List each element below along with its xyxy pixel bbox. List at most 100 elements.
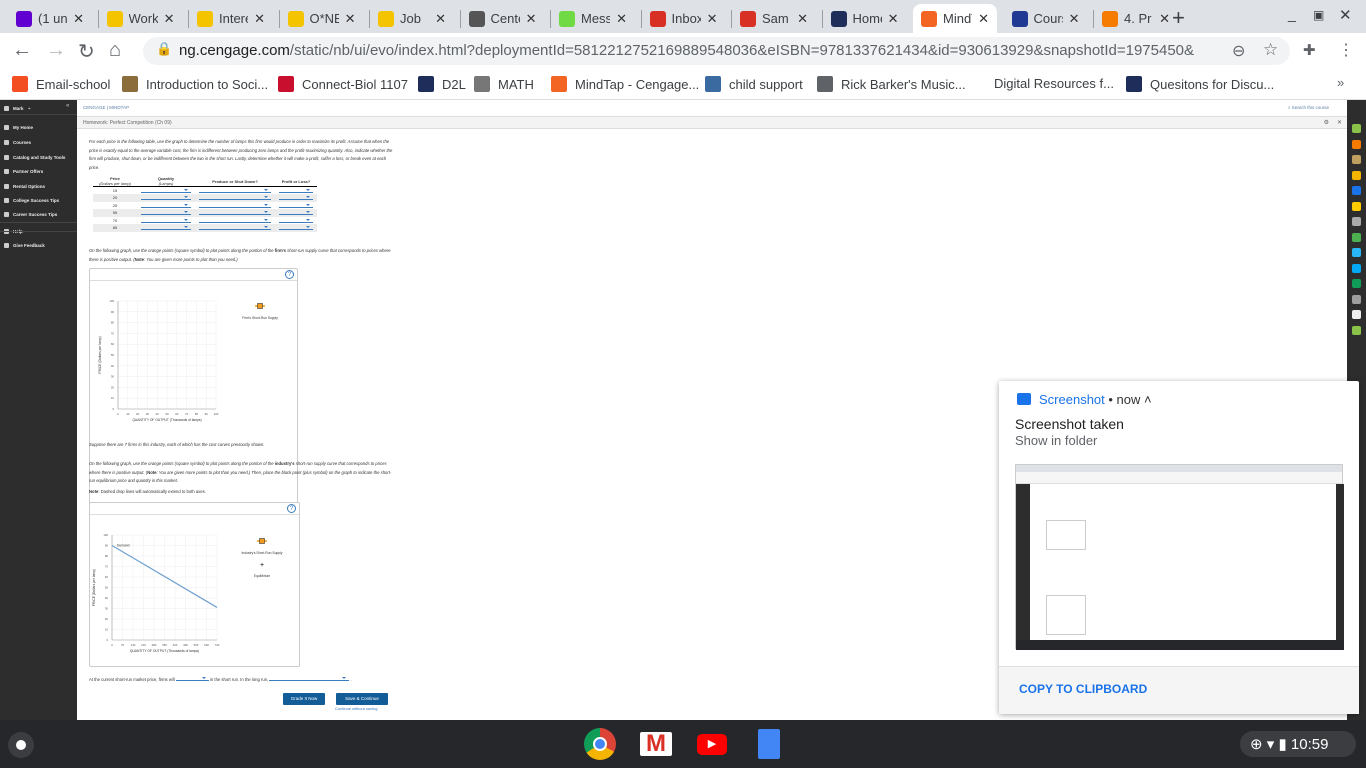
tab-4-pr[interactable]: 4. Pr ✕ (1094, 4, 1178, 33)
tab-work[interactable]: Work ✕ (99, 4, 183, 33)
tab-messages[interactable]: Messages ✕ (551, 4, 635, 33)
sidebar-item-catalog-and-study-tools[interactable]: Catalog and Study Tools (4, 155, 65, 160)
quantity-dropdown[interactable] (141, 224, 191, 231)
tool-icon[interactable] (1352, 248, 1361, 257)
close-tab-icon[interactable]: ✕ (707, 11, 718, 27)
tab-sam[interactable]: Sam ✕ (732, 4, 816, 33)
maximize-button[interactable]: ▣ (1313, 8, 1324, 22)
bookmark-item[interactable]: child support (705, 76, 803, 92)
profit-loss-dropdown[interactable] (279, 217, 313, 223)
launcher-button[interactable] (8, 732, 34, 758)
tool-icon[interactable] (1352, 325, 1361, 335)
sidebar-item-partner-offers[interactable]: Partner Offers (4, 169, 43, 174)
tab-interests[interactable]: Interests ✕ (189, 4, 273, 33)
quantity-dropdown[interactable] (141, 202, 191, 208)
sidebar-item-career-success-tips[interactable]: Career Success Tips (4, 212, 57, 217)
settings-icon[interactable]: ⚙ (1324, 119, 1329, 126)
bookmark-item[interactable]: MindTap - Cengage... (551, 76, 699, 92)
help-icon[interactable]: ? (287, 504, 296, 513)
bookmark-item[interactable]: D2L (418, 76, 466, 92)
close-tab-icon[interactable]: ✕ (888, 11, 899, 27)
address-bar[interactable]: 🔒 ng.cengage.com/static/nb/ui/evo/index.h… (143, 37, 1290, 65)
close-tab-icon[interactable]: ✕ (526, 11, 537, 27)
close-tab-icon[interactable]: ✕ (345, 11, 356, 27)
close-tab-icon[interactable]: ✕ (797, 11, 808, 27)
close-tab-icon[interactable]: ✕ (1069, 11, 1080, 27)
tab-mindtap[interactable]: MindTap ✕ (913, 4, 997, 33)
quantity-dropdown[interactable] (141, 209, 191, 216)
bookmark-star-icon[interactable]: ☆ (1263, 40, 1278, 60)
back-icon[interactable]: ← (12, 39, 32, 62)
chrome-icon[interactable] (584, 728, 616, 760)
tab-home[interactable]: Home ✕ (823, 4, 907, 33)
screenshot-thumbnail[interactable] (1015, 464, 1344, 650)
status-area[interactable]: ⊕ ▾ ▮ 10:59 (1240, 731, 1356, 757)
menu-icon[interactable]: ⋮ (1338, 40, 1354, 60)
close-tab-icon[interactable]: ✕ (164, 11, 175, 27)
tool-icon[interactable] (1352, 279, 1361, 288)
tool-icon[interactable] (1352, 139, 1361, 149)
sidebar-item-rental-options[interactable]: Rental Options (4, 184, 45, 189)
close-tab-icon[interactable]: ✕ (978, 11, 989, 27)
show-in-folder[interactable]: Show in folder (1015, 433, 1097, 448)
minimize-button[interactable]: _ (1288, 6, 1296, 22)
profit-loss-dropdown[interactable] (279, 209, 313, 216)
copy-to-clipboard-button[interactable]: COPY TO CLIPBOARD (1019, 682, 1147, 696)
close-icon[interactable]: ✕ (1337, 119, 1342, 126)
gmail-icon[interactable]: M (640, 732, 672, 756)
help-icon[interactable]: ? (285, 270, 294, 279)
tab--1-unread-[interactable]: (1 unread) ✕ (8, 4, 92, 33)
forward-icon[interactable]: → (46, 39, 66, 62)
bookmark-item[interactable]: MATH (474, 76, 534, 92)
zoom-icon[interactable]: ⊖ (1232, 41, 1245, 61)
tab-job[interactable]: Job ✕ (370, 4, 454, 33)
graph2-plot[interactable]: 0 70 140 210 280 350 420 490 560 630 700 0 10 20 30 40 5… (90, 515, 301, 667)
quantity-dropdown[interactable] (141, 217, 191, 223)
profit-loss-dropdown[interactable] (279, 187, 313, 193)
tool-icon[interactable] (1352, 155, 1361, 164)
close-tab-icon[interactable]: ✕ (435, 11, 446, 27)
tool-icon[interactable] (1352, 186, 1361, 195)
youtube-icon[interactable]: ▶ (697, 734, 727, 755)
firms-action-dropdown[interactable] (175, 675, 209, 681)
bookmark-item[interactable]: Email-school (12, 76, 110, 92)
long-run-dropdown[interactable] (269, 675, 350, 681)
tool-icon[interactable] (1352, 294, 1361, 304)
save-continue-button[interactable]: Save & Continue (336, 693, 388, 705)
tool-icon[interactable] (1352, 217, 1361, 226)
tool-icon[interactable] (1352, 201, 1361, 211)
produce-shutdown-dropdown[interactable] (199, 202, 271, 208)
tab-o-net[interactable]: O*NET ✕ (280, 4, 364, 33)
bookmark-item[interactable]: Introduction to Soci... (122, 76, 268, 92)
bookmark-item[interactable]: Connect-Biol 1107 (278, 76, 408, 92)
close-tab-icon[interactable]: ✕ (73, 11, 84, 27)
produce-shutdown-dropdown[interactable] (199, 209, 271, 216)
screenshot-notification[interactable]: Screenshot • now ˄ Screenshot taken Show… (999, 381, 1359, 714)
quantity-dropdown[interactable] (141, 187, 191, 193)
tool-icon[interactable] (1352, 170, 1361, 180)
collapse-sidebar-icon[interactable]: « (66, 103, 69, 109)
tab-course[interactable]: Course ✕ (1004, 4, 1088, 33)
docs-icon[interactable] (758, 729, 780, 759)
tab-inbox[interactable]: Inbox ✕ (642, 4, 726, 33)
close-tab-icon[interactable]: ✕ (616, 11, 627, 27)
collapse-chevron-icon[interactable]: ˄ (1140, 392, 1152, 407)
new-tab-button[interactable]: + (1172, 5, 1185, 31)
quantity-dropdown[interactable] (141, 194, 191, 201)
bookmark-item[interactable]: Digital Resources f... (994, 76, 1114, 91)
sidebar-item-college-success-tips[interactable]: College Success Tips (4, 198, 59, 203)
sidebar-item-courses[interactable]: Courses (4, 140, 31, 145)
close-window-button[interactable]: ✕ (1339, 6, 1352, 24)
profit-loss-dropdown[interactable] (279, 194, 313, 201)
more-bookmarks-button[interactable]: » (1337, 75, 1344, 90)
industry-graph[interactable]: ? 0 70 140 210 280 350 420 490 560 630 700 0 10 20 30 4… (89, 502, 300, 667)
home-icon[interactable]: ⌂ (109, 39, 121, 62)
grade-it-now-button[interactable]: Grade It Now (283, 693, 325, 705)
produce-shutdown-dropdown[interactable] (199, 224, 271, 231)
continue-without-saving-link[interactable]: Continue without saving (335, 706, 377, 711)
bookmark-item[interactable]: Rick Barker's Music... (817, 76, 966, 92)
produce-shutdown-dropdown[interactable] (199, 217, 271, 223)
profit-loss-dropdown[interactable] (279, 202, 313, 208)
sidebar-item-give-feedback[interactable]: Give Feedback (4, 243, 45, 248)
close-tab-icon[interactable]: ✕ (1159, 11, 1170, 27)
